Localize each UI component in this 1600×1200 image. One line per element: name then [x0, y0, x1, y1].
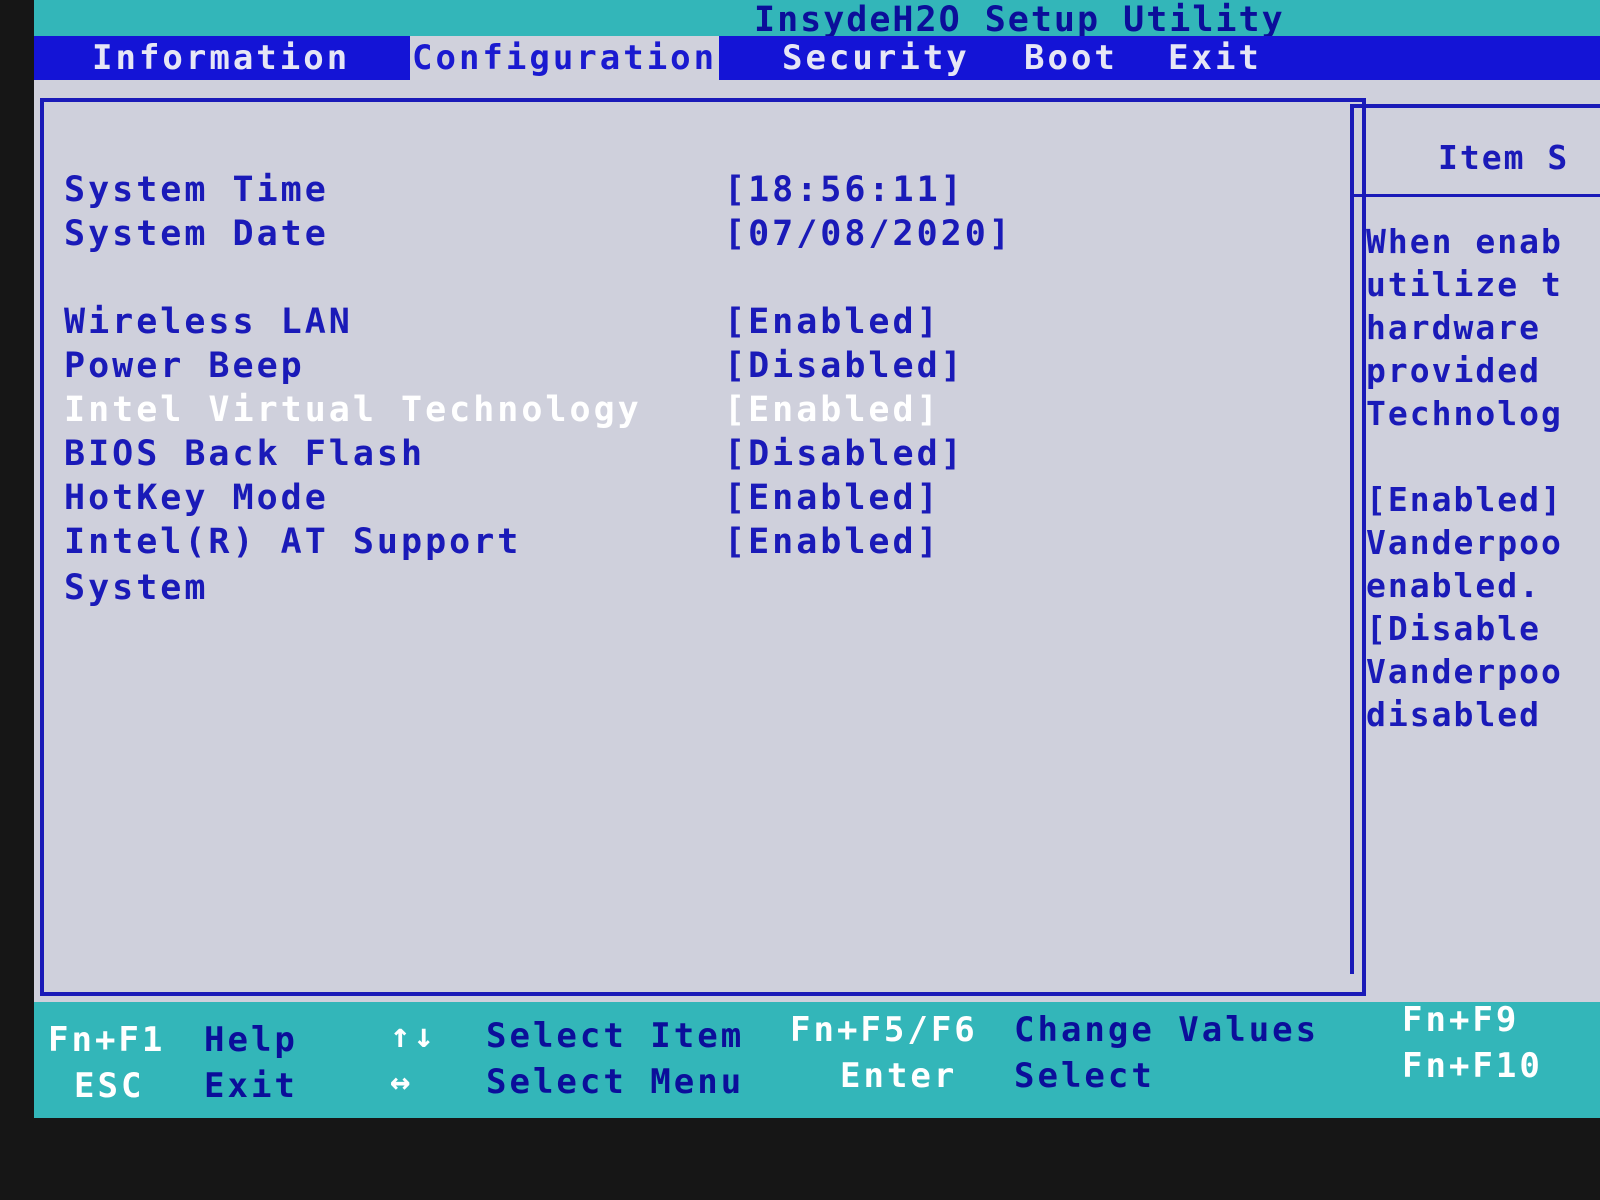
tab-information[interactable]: Information	[92, 36, 350, 80]
help-line: [Enabled]	[1366, 480, 1563, 519]
key-fn-f1[interactable]: Fn+F1	[48, 1018, 165, 1062]
menu-bar: Information Configuration Security Boot …	[34, 36, 1600, 80]
setting-intel-vt-value[interactable]: [Enabled]	[724, 388, 941, 432]
item-help-panel: Item S When enab utilize t hardware prov…	[1350, 104, 1600, 974]
tab-exit[interactable]: Exit	[1168, 36, 1262, 80]
help-text: When enab utilize t hardware provided Te…	[1366, 220, 1600, 736]
setting-hotkey-mode-label[interactable]: HotKey Mode	[64, 476, 329, 520]
key-esc[interactable]: ESC	[74, 1064, 144, 1108]
help-line: [Disable	[1366, 609, 1541, 648]
setting-intel-at-support-value[interactable]: [Enabled]	[724, 520, 941, 564]
bios-screen: InsydeH2O Setup Utility Information Conf…	[34, 0, 1600, 1118]
help-title: Item S	[1438, 138, 1570, 177]
help-line: hardware	[1366, 308, 1541, 347]
key-fn-f1-desc: Help	[204, 1020, 298, 1060]
footer-keys: Fn+F1 Help ESC Exit ↑↓ Select Item ↔ Sel…	[34, 1000, 1600, 1118]
key-fn-f5-f6[interactable]: Fn+F5/F6	[790, 1008, 978, 1052]
setting-wireless-lan-value[interactable]: [Enabled]	[724, 300, 941, 344]
tab-configuration[interactable]: Configuration	[410, 36, 720, 80]
app-title: InsydeH2O Setup Utility	[754, 0, 1285, 40]
key-esc-desc: Exit	[204, 1066, 298, 1106]
key-enter-desc: Select	[1014, 1056, 1155, 1096]
setting-system-date-label[interactable]: System Date	[64, 212, 329, 256]
title-bar: InsydeH2O Setup Utility	[34, 0, 1600, 40]
up-down-arrows-icon: ↑↓	[390, 1016, 437, 1056]
tab-boot[interactable]: Boot	[1024, 36, 1118, 80]
setting-intel-vt-label[interactable]: Intel Virtual Technology	[64, 388, 642, 432]
setting-system-time-value[interactable]: [18:56:11]	[724, 168, 965, 212]
tab-security[interactable]: Security	[782, 36, 970, 80]
help-line: When enab	[1366, 222, 1563, 261]
key-fn-f10[interactable]: Fn+F10	[1402, 1044, 1543, 1088]
help-line: Technolog	[1366, 394, 1563, 433]
settings-panel: System Time [18:56:11] System Date [07/0…	[40, 98, 1366, 996]
key-updown-desc: Select Item	[486, 1016, 745, 1056]
setting-hotkey-mode-value[interactable]: [Enabled]	[724, 476, 941, 520]
help-line: disabled	[1366, 695, 1541, 734]
help-line: Vanderpoo	[1366, 652, 1563, 691]
setting-bios-back-flash-value[interactable]: [Disabled]	[724, 432, 965, 476]
help-divider	[1354, 194, 1600, 197]
setting-system-time-label[interactable]: System Time	[64, 168, 329, 212]
help-line: provided	[1366, 351, 1541, 390]
setting-system-date-value[interactable]: [07/08/2020]	[724, 212, 1013, 256]
setting-bios-back-flash-label[interactable]: BIOS Back Flash	[64, 432, 425, 476]
key-enter[interactable]: Enter	[840, 1054, 957, 1098]
key-leftright-desc: Select Menu	[486, 1062, 745, 1102]
help-line	[1366, 435, 1600, 478]
setting-power-beep-value[interactable]: [Disabled]	[724, 344, 965, 388]
key-f5f6-desc: Change Values	[1014, 1010, 1320, 1050]
help-line: enabled.	[1366, 566, 1541, 605]
key-fn-f9[interactable]: Fn+F9	[1402, 998, 1519, 1042]
help-line: utilize t	[1366, 265, 1563, 304]
left-right-arrows-icon: ↔	[390, 1062, 414, 1102]
setting-wireless-lan-label[interactable]: Wireless LAN	[64, 300, 353, 344]
help-line: Vanderpoo	[1366, 523, 1563, 562]
setting-power-beep-label[interactable]: Power Beep	[64, 344, 305, 388]
setting-system-label[interactable]: System	[64, 566, 208, 610]
setting-intel-at-support-label[interactable]: Intel(R) AT Support	[64, 520, 521, 564]
